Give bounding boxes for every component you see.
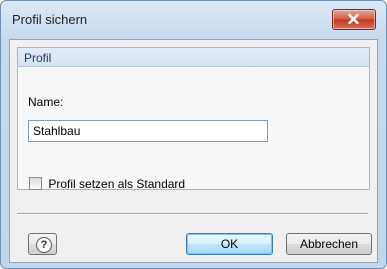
group-header: Profil xyxy=(18,48,369,67)
title-bar[interactable]: Profil sichern xyxy=(1,1,386,39)
dialog-body: Profil Name: Profil setzen als Standard … xyxy=(9,39,378,263)
ok-button[interactable]: OK xyxy=(186,233,273,255)
default-profile-option[interactable]: Profil setzen als Standard xyxy=(29,176,185,191)
help-icon: ? xyxy=(36,237,52,253)
separator xyxy=(17,213,368,215)
close-icon xyxy=(348,14,359,24)
default-profile-checkbox[interactable] xyxy=(29,177,42,191)
help-button[interactable]: ? xyxy=(28,233,57,255)
close-button[interactable] xyxy=(332,9,376,30)
default-profile-label[interactable]: Profil setzen als Standard xyxy=(48,177,185,191)
profile-group: Profil xyxy=(17,47,370,190)
window-title: Profil sichern xyxy=(12,12,88,27)
name-input[interactable] xyxy=(28,120,268,142)
dialog-window: Profil sichern Profil Name: Profil setze… xyxy=(0,0,387,269)
cancel-button[interactable]: Abbrechen xyxy=(286,233,372,255)
group-title: Profil xyxy=(24,51,52,65)
name-label: Name: xyxy=(28,95,64,109)
